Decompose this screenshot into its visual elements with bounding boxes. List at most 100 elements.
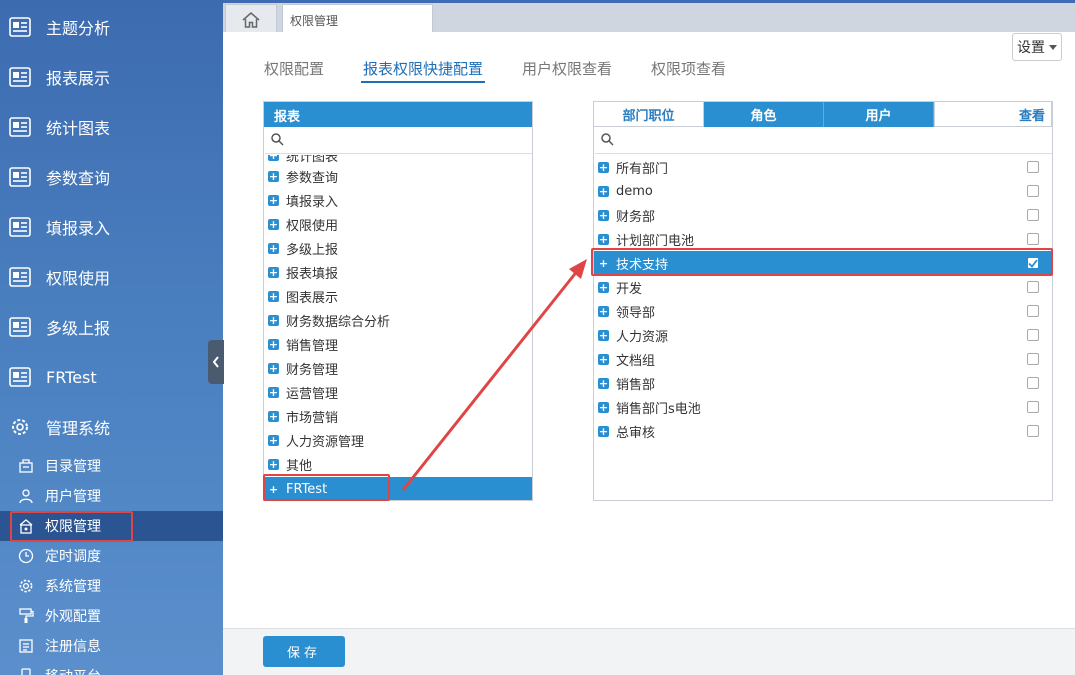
department-checkbox[interactable] bbox=[1027, 161, 1039, 173]
sidebar-item-5[interactable]: 权限使用 bbox=[0, 252, 223, 302]
sidebar-subitem-7[interactable]: 移动平台 bbox=[0, 661, 223, 675]
expand-plus-icon[interactable]: + bbox=[268, 155, 279, 161]
sidebar-item-0[interactable]: 主题分析 bbox=[0, 2, 223, 52]
tab-view[interactable]: 查看 bbox=[934, 102, 1052, 127]
expand-plus-icon[interactable]: + bbox=[598, 377, 609, 389]
sidebar-item-7[interactable]: FRTest bbox=[0, 352, 223, 402]
tab-user-permission-view[interactable]: 用户权限查看 bbox=[522, 58, 612, 79]
department-item[interactable]: + 计划部门电池 bbox=[594, 227, 1052, 251]
expand-plus-icon[interactable]: + bbox=[598, 209, 609, 221]
department-checkbox[interactable] bbox=[1027, 305, 1039, 317]
report-tree-item[interactable]: + 填报录入 bbox=[264, 188, 532, 212]
expand-plus-icon[interactable]: + bbox=[598, 305, 609, 317]
sidebar-collapse-button[interactable] bbox=[208, 340, 224, 384]
expand-plus-icon[interactable]: + bbox=[268, 410, 279, 422]
sidebar-item-6[interactable]: 多级上报 bbox=[0, 302, 223, 352]
expand-plus-icon[interactable]: + bbox=[598, 185, 609, 197]
expand-plus-icon[interactable]: + bbox=[598, 281, 609, 293]
department-checkbox[interactable] bbox=[1027, 353, 1039, 365]
expand-plus-icon[interactable]: + bbox=[268, 458, 279, 470]
tab-user[interactable]: 用户 bbox=[824, 102, 934, 127]
expand-plus-icon[interactable]: + bbox=[268, 314, 279, 326]
sidebar-subitem-3[interactable]: 定时调度 bbox=[0, 541, 223, 571]
department-item-selected[interactable]: + 技术支持 bbox=[594, 251, 1052, 275]
department-checkbox[interactable] bbox=[1027, 185, 1039, 197]
sidebar-item-3[interactable]: 参数查询 bbox=[0, 152, 223, 202]
expand-plus-icon[interactable]: + bbox=[268, 242, 279, 254]
report-tree-item[interactable]: + 财务管理 bbox=[264, 356, 532, 380]
tab-role[interactable]: 角色 bbox=[704, 102, 824, 127]
expand-plus-icon[interactable]: + bbox=[598, 425, 609, 437]
report-tree-item[interactable]: + 多级上报 bbox=[264, 236, 532, 260]
expand-plus-icon[interactable]: + bbox=[598, 401, 609, 413]
report-tree-item-selected[interactable]: + FRTest bbox=[264, 477, 532, 500]
sidebar-subitem-0[interactable]: 目录管理 bbox=[0, 451, 223, 481]
tab-department-position[interactable]: 部门职位 bbox=[594, 102, 704, 127]
expand-plus-icon[interactable]: + bbox=[268, 338, 279, 350]
department-checkbox[interactable] bbox=[1027, 233, 1039, 245]
expand-plus-icon[interactable]: + bbox=[598, 329, 609, 341]
report-tree-item[interactable]: + 报表填报 bbox=[264, 260, 532, 284]
expand-plus-icon[interactable]: + bbox=[268, 218, 279, 230]
tab-permission-item-view[interactable]: 权限项查看 bbox=[651, 58, 726, 79]
department-checkbox[interactable] bbox=[1027, 377, 1039, 389]
department-item[interactable]: + 人力资源 bbox=[594, 323, 1052, 347]
expand-plus-icon[interactable]: + bbox=[598, 161, 609, 173]
department-item[interactable]: + 开发 bbox=[594, 275, 1052, 299]
tab-report-quick-config[interactable]: 报表权限快捷配置 bbox=[363, 58, 483, 79]
report-tree-item[interactable]: + 参数查询 bbox=[264, 164, 532, 188]
expand-plus-icon[interactable]: + bbox=[598, 353, 609, 365]
report-tree-item[interactable]: + 销售管理 bbox=[264, 332, 532, 356]
department-checkbox[interactable] bbox=[1027, 329, 1039, 341]
sidebar-item-8[interactable]: 管理系统 bbox=[0, 402, 223, 452]
report-tree-item[interactable]: + 运营管理 bbox=[264, 380, 532, 404]
home-tab[interactable] bbox=[225, 4, 277, 34]
tree-item-label: 技术支持 bbox=[616, 257, 669, 273]
expand-plus-icon[interactable]: + bbox=[268, 484, 279, 495]
department-item[interactable]: + 领导部 bbox=[594, 299, 1052, 323]
department-checkbox[interactable] bbox=[1027, 257, 1039, 269]
sidebar-subitem-label: 系统管理 bbox=[45, 579, 101, 595]
sidebar-subitem-5[interactable]: 外观配置 bbox=[0, 601, 223, 631]
expand-plus-icon[interactable]: + bbox=[598, 233, 609, 245]
expand-plus-icon[interactable]: + bbox=[268, 290, 279, 302]
department-item[interactable]: + 财务部 bbox=[594, 203, 1052, 227]
department-item[interactable]: + 销售部门s电池 bbox=[594, 395, 1052, 419]
sidebar-subitem-1[interactable]: 用户管理 bbox=[0, 481, 223, 511]
expand-plus-icon[interactable]: + bbox=[268, 434, 279, 446]
expand-plus-icon[interactable]: + bbox=[268, 194, 279, 206]
department-item[interactable]: + 文档组 bbox=[594, 347, 1052, 371]
department-search-input[interactable] bbox=[595, 127, 1052, 154]
sidebar-item-4[interactable]: 填报录入 bbox=[0, 202, 223, 252]
tab-permission-config[interactable]: 权限配置 bbox=[264, 58, 324, 79]
department-item[interactable]: + 所有部门 bbox=[594, 155, 1052, 179]
expand-plus-icon[interactable]: + bbox=[268, 170, 279, 182]
sidebar-item-2[interactable]: 统计图表 bbox=[0, 102, 223, 152]
sidebar-subitem-2[interactable]: 权限管理 bbox=[0, 511, 223, 541]
save-button[interactable]: 保存 bbox=[263, 636, 345, 667]
department-checkbox[interactable] bbox=[1027, 401, 1039, 413]
sidebar-subitem-4[interactable]: 系统管理 bbox=[0, 571, 223, 601]
expand-plus-icon[interactable]: + bbox=[598, 258, 609, 269]
report-tree-item[interactable]: + 图表展示 bbox=[264, 284, 532, 308]
department-item[interactable]: + demo bbox=[594, 179, 1052, 203]
report-tree-item[interactable]: + 财务数据综合分析 bbox=[264, 308, 532, 332]
department-checkbox[interactable] bbox=[1027, 281, 1039, 293]
expand-plus-icon[interactable]: + bbox=[268, 362, 279, 374]
report-search-input[interactable] bbox=[265, 127, 532, 154]
settings-label: 设置 bbox=[1017, 40, 1045, 56]
sidebar-subitem-6[interactable]: 注册信息 bbox=[0, 631, 223, 661]
expand-plus-icon[interactable]: + bbox=[268, 266, 279, 278]
sidebar-item-1[interactable]: 报表展示 bbox=[0, 52, 223, 102]
expand-plus-icon[interactable]: + bbox=[268, 386, 279, 398]
department-checkbox[interactable] bbox=[1027, 209, 1039, 221]
tab-permission-management[interactable]: 权限管理 bbox=[282, 4, 433, 35]
report-tree-item[interactable]: + 其他 bbox=[264, 452, 532, 476]
department-item[interactable]: + 总审核 bbox=[594, 419, 1052, 443]
settings-dropdown[interactable]: 设置 bbox=[1012, 33, 1062, 61]
report-tree-item[interactable]: + 市场营销 bbox=[264, 404, 532, 428]
report-tree-item[interactable]: + 人力资源管理 bbox=[264, 428, 532, 452]
department-item[interactable]: + 销售部 bbox=[594, 371, 1052, 395]
report-tree-item[interactable]: + 权限使用 bbox=[264, 212, 532, 236]
department-checkbox[interactable] bbox=[1027, 425, 1039, 437]
